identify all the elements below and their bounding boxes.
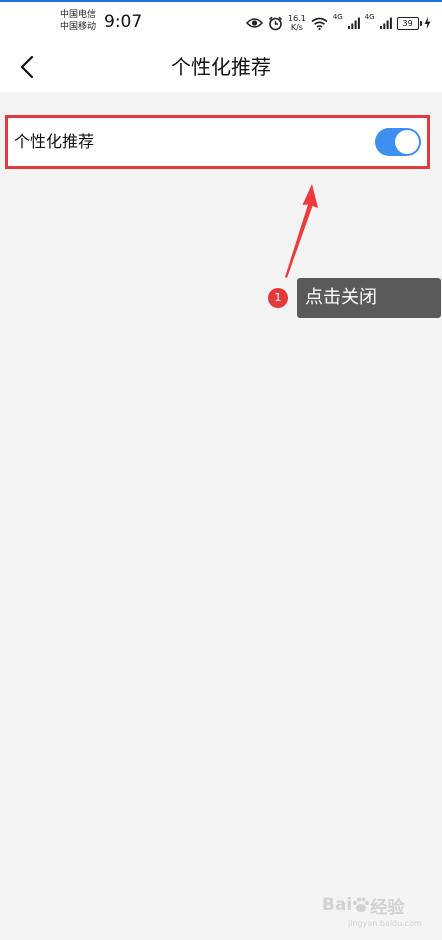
back-button[interactable] xyxy=(10,50,44,84)
net-speed-unit: K/s xyxy=(290,23,303,32)
net-speed-value: 16.1 xyxy=(288,14,306,23)
carrier-2: 中国移动 xyxy=(60,22,97,32)
watermark-logo-text: Bai xyxy=(322,895,353,915)
watermark-logo-suffix: 经验 xyxy=(370,897,405,918)
status-time: 9:07 xyxy=(104,12,143,32)
page-title: 个性化推荐 xyxy=(171,55,271,79)
carrier-1: 中国电信 xyxy=(60,10,97,20)
step-badge: 1 xyxy=(268,288,288,308)
wifi-icon xyxy=(311,17,328,30)
annotation-callout: 点击关闭 xyxy=(297,278,441,318)
annotation-arrow-icon xyxy=(285,184,318,278)
signal-1-label: 4G xyxy=(332,13,343,21)
eye-icon xyxy=(246,17,263,29)
nav-bar: 个性化推荐 xyxy=(0,42,442,92)
toggle-knob xyxy=(395,130,419,154)
signal-icon xyxy=(347,17,360,29)
battery-icon: 39 xyxy=(396,16,422,30)
status-icons: 16.1 K/s 4G 4G 39 xyxy=(246,11,431,35)
personalized-recommendation-toggle[interactable] xyxy=(375,128,421,156)
signal-icon xyxy=(379,17,392,29)
net-speed: 16.1 K/s xyxy=(288,14,306,32)
baidu-watermark: Bai 经验 xyxy=(322,888,434,922)
signal-2-label: 4G xyxy=(364,13,375,21)
alarm-icon xyxy=(268,16,283,31)
status-bar: 中国电信 中国移动 9:07 16.1 K/s 4G 4G 39 xyxy=(0,2,442,42)
paw-icon xyxy=(353,897,370,912)
watermark-url: jingyan.baidu.com xyxy=(348,919,422,928)
chevron-left-icon xyxy=(20,55,34,79)
personalized-recommendation-row[interactable]: 个性化推荐 xyxy=(5,115,430,169)
settings-row-label: 个性化推荐 xyxy=(14,132,95,151)
battery-level: 39 xyxy=(402,18,413,28)
carrier-info: 中国电信 中国移动 xyxy=(60,9,96,33)
charging-icon xyxy=(424,17,431,29)
